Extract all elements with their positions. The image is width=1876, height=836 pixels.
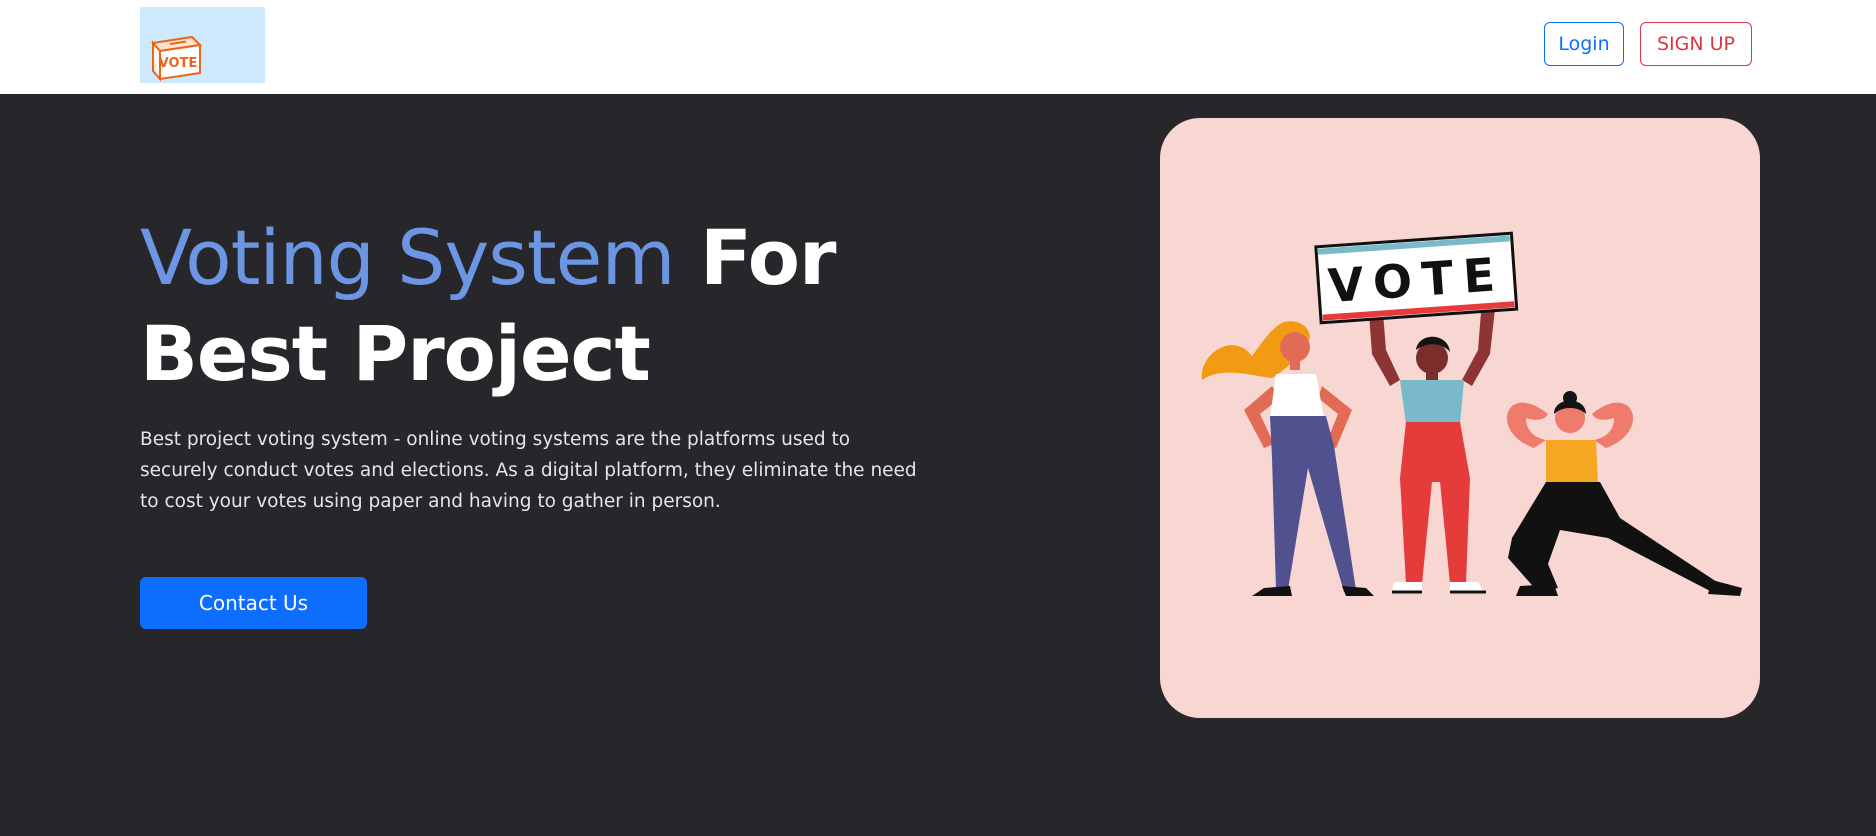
signup-button[interactable]: SIGN UP: [1640, 22, 1752, 66]
navbar: VOTE Login SIGN UP: [0, 0, 1876, 94]
people-holding-vote-sign-illustration-icon: VOTE: [1201, 231, 1742, 596]
hero-title-accent: Voting System: [140, 213, 675, 302]
hero-description: Best project voting system - online voti…: [140, 429, 917, 512]
contact-us-button[interactable]: Contact Us: [140, 577, 367, 629]
hero-illustration-card: VOTE: [1160, 118, 1760, 718]
logo-vote-text: VOTE: [159, 56, 198, 71]
login-button[interactable]: Login: [1544, 22, 1624, 66]
ballot-box-logo-icon[interactable]: VOTE: [140, 7, 265, 83]
hero-title: Voting System For Best Project: [140, 210, 900, 402]
